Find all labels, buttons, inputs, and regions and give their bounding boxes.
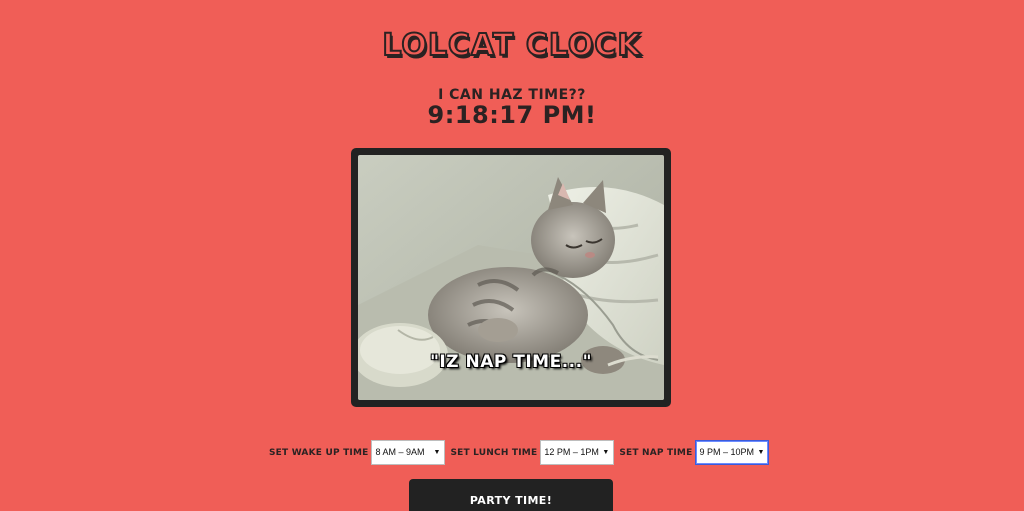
- time-settings: Set Wake Up Time 8 AM – 9AM ▼ Set Lunch …: [269, 439, 771, 466]
- lolcat-photo-frame: "IZ NAP TIME...": [351, 148, 671, 407]
- clock-time: 9:18:17 PM!: [427, 101, 597, 129]
- party-time-button[interactable]: Party Time!: [409, 479, 613, 511]
- nap-select[interactable]: 9 PM – 10PM ▼: [695, 440, 770, 465]
- caret-down-icon: ▼: [602, 449, 610, 456]
- caret-down-icon: ▼: [757, 449, 765, 456]
- photo-caption: "IZ NAP TIME...": [430, 352, 592, 372]
- page: Lolcat Clock I can haz time?? 9:18:17 PM…: [0, 0, 1024, 511]
- wake-up-value: 8 AM – 9AM: [375, 447, 425, 457]
- lunch-select[interactable]: 12 PM – 1PM ▼: [540, 440, 615, 465]
- nap-label: Set Nap Time: [619, 447, 693, 458]
- lolcat-photo: "IZ NAP TIME...": [358, 155, 664, 400]
- wake-up-select[interactable]: 8 AM – 9AM ▼: [371, 440, 446, 465]
- wake-up-label: Set Wake Up Time: [269, 447, 369, 458]
- page-title: Lolcat Clock: [381, 27, 642, 64]
- lunch-value: 12 PM – 1PM: [544, 447, 599, 457]
- lunch-label: Set Lunch Time: [450, 447, 538, 458]
- caret-down-icon: ▼: [433, 449, 441, 456]
- nap-value: 9 PM – 10PM: [699, 447, 754, 457]
